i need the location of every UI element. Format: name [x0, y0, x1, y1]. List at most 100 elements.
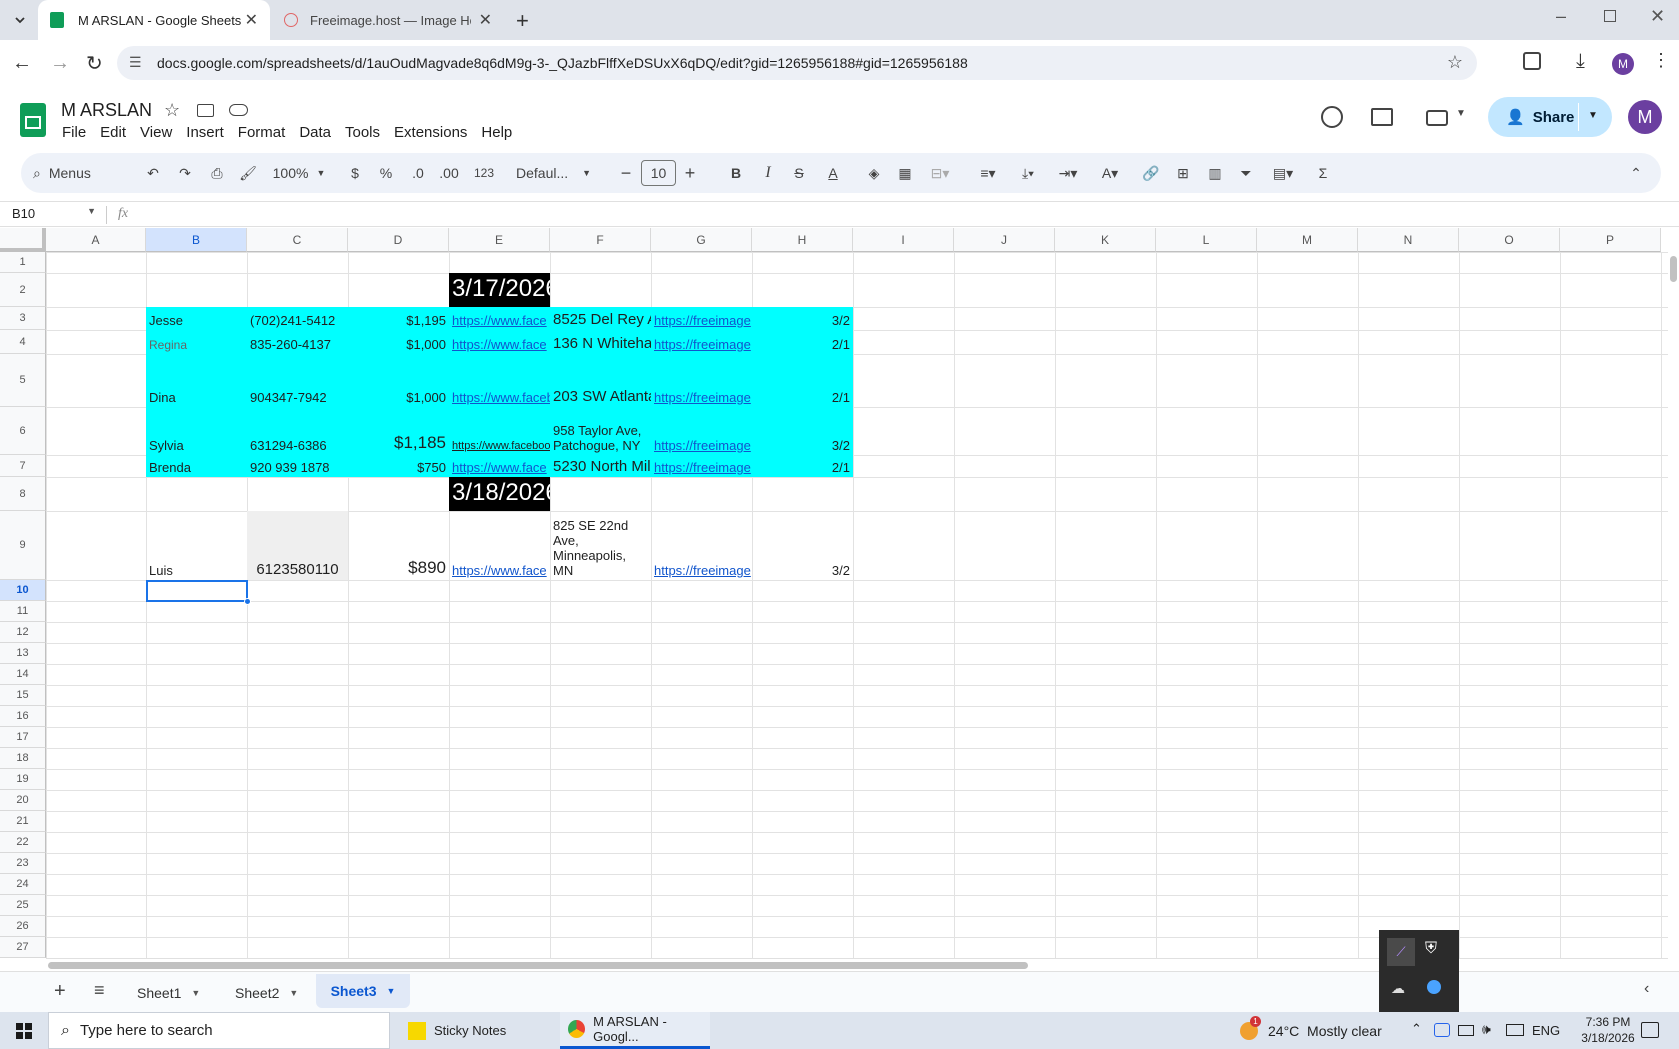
row-header-24[interactable]: 24	[0, 874, 46, 895]
row-header-5[interactable]: 5	[0, 354, 46, 407]
row-header-10[interactable]: 10	[0, 580, 46, 601]
decrease-decimal-button[interactable]: .0	[406, 153, 430, 193]
all-sheets-button[interactable]: ≡	[94, 980, 105, 1001]
row-header-4[interactable]: 4	[0, 330, 46, 354]
close-icon[interactable]: ✕	[479, 10, 492, 30]
column-header-h[interactable]: H	[752, 228, 853, 252]
column-header-l[interactable]: L	[1156, 228, 1257, 252]
network-icon[interactable]	[1506, 1024, 1524, 1036]
row-header-7[interactable]: 7	[0, 455, 46, 477]
cell-e3[interactable]: https://www.face	[449, 307, 550, 330]
cell-c4[interactable]: 835-260-4137	[247, 330, 348, 354]
cell-b4[interactable]: Regina	[146, 330, 247, 354]
cell-c6[interactable]: 631294-6386	[247, 407, 348, 455]
cell-d4[interactable]: $1,000	[348, 330, 449, 354]
cell-e2[interactable]: 3/17/2026	[449, 273, 550, 307]
font-size-decrease-button[interactable]: −	[614, 153, 638, 193]
text-rotation-icon[interactable]: A▾	[1093, 153, 1127, 193]
share-button[interactable]: 👤 Share ▼	[1488, 97, 1612, 137]
formula-input[interactable]	[140, 204, 1660, 226]
menu-insert[interactable]: Insert	[186, 124, 224, 141]
menu-format[interactable]: Format	[238, 124, 286, 141]
sheets-logo-icon[interactable]	[20, 103, 46, 137]
increase-decimal-button[interactable]: .00	[437, 153, 461, 193]
minimize-button[interactable]: –	[1556, 6, 1566, 27]
onedrive-icon[interactable]	[1434, 1023, 1450, 1037]
cell-e9[interactable]: https://www.face	[449, 511, 550, 580]
row-header-3[interactable]: 3	[0, 307, 46, 330]
cell-e5[interactable]: https://www.facebook.com/share/1bjcDtyD3…	[449, 354, 550, 407]
close-icon[interactable]: ✕	[245, 10, 258, 30]
row-header-17[interactable]: 17	[0, 727, 46, 748]
tray-up-arrow-icon[interactable]: ⌃	[1411, 1021, 1422, 1037]
undo-button[interactable]: ↶	[141, 153, 165, 193]
cell-h7[interactable]: 2/1	[752, 455, 853, 477]
cell-g5[interactable]: https://freeimage	[651, 354, 752, 407]
clock[interactable]: 7:36 PM 3/18/2026	[1578, 1014, 1638, 1046]
font-select[interactable]: Defaul... ▼	[516, 153, 606, 193]
cell-f4[interactable]: 136 N Whiteha	[550, 330, 651, 354]
row-header-13[interactable]: 13	[0, 643, 46, 664]
fill-handle[interactable]	[244, 598, 251, 605]
column-header-n[interactable]: N	[1358, 228, 1459, 252]
move-folder-icon[interactable]	[197, 104, 214, 117]
weather-widget[interactable]: 1 24°C Mostly clear	[1240, 1012, 1382, 1049]
row-header-19[interactable]: 19	[0, 769, 46, 790]
restore-button[interactable]	[1604, 10, 1616, 22]
cell-f6[interactable]: 958 Taylor Ave, Patchogue, NY	[550, 407, 651, 455]
strikethrough-button[interactable]: S	[787, 153, 811, 193]
cell-d7[interactable]: $750	[348, 455, 449, 477]
number-format-button[interactable]: 123	[468, 153, 500, 193]
collapse-sidepanel-icon[interactable]: ‹	[1644, 980, 1649, 998]
column-header-m[interactable]: M	[1257, 228, 1358, 252]
comments-icon[interactable]	[1371, 108, 1393, 126]
active-cell-selection[interactable]	[146, 580, 248, 602]
cell-g3[interactable]: https://freeimage	[651, 307, 752, 330]
cell-h6[interactable]: 3/2	[752, 407, 853, 455]
battery-icon[interactable]	[1458, 1025, 1474, 1036]
forward-icon[interactable]: →	[50, 52, 70, 75]
row-header-16[interactable]: 16	[0, 706, 46, 727]
row-header-9[interactable]: 9	[0, 511, 46, 580]
column-header-a[interactable]: A	[46, 228, 146, 252]
functions-icon[interactable]: Σ	[1311, 153, 1335, 193]
column-header-g[interactable]: G	[651, 228, 752, 252]
column-header-o[interactable]: O	[1459, 228, 1560, 252]
tab-list-button[interactable]	[8, 8, 32, 32]
row-header-8[interactable]: 8	[0, 477, 46, 511]
bold-button[interactable]: B	[724, 153, 748, 193]
collapse-toolbar-icon[interactable]: ⌃	[1624, 153, 1648, 193]
search-menus-button[interactable]: ⌕ Menus	[33, 153, 133, 193]
notification-center-icon[interactable]	[1641, 1022, 1659, 1038]
extensions-icon[interactable]	[1523, 52, 1541, 70]
defender-icon[interactable]	[1427, 980, 1441, 994]
browser-tab-sheets[interactable]: M ARSLAN - Google Sheets ✕	[38, 0, 270, 40]
version-history-icon[interactable]	[1321, 106, 1343, 128]
row-header-12[interactable]: 12	[0, 622, 46, 643]
cell-g4[interactable]: https://freeimage	[651, 330, 752, 354]
menu-file[interactable]: File	[62, 124, 86, 141]
insert-chart-icon[interactable]: ▥	[1203, 153, 1227, 193]
column-header-c[interactable]: C	[247, 228, 348, 252]
language-indicator[interactable]: ENG	[1532, 1023, 1560, 1038]
cell-e6[interactable]: https://www.facebook.com/share/14WuduXHM…	[449, 407, 550, 455]
cell-f9[interactable]: 825 SE 22nd Ave, Minneapolis, MN	[550, 511, 651, 580]
doc-title[interactable]: M ARSLAN	[61, 100, 152, 121]
cell-c3[interactable]: (702)241-5412	[247, 307, 348, 330]
column-header-d[interactable]: D	[348, 228, 449, 252]
name-box[interactable]: B10 ▼	[12, 206, 96, 221]
browser-tab-freeimage[interactable]: Freeimage.host — Image Hosti ✕	[272, 0, 504, 40]
percent-button[interactable]: %	[374, 153, 398, 193]
cell-b3[interactable]: Jesse	[146, 307, 247, 330]
row-header-21[interactable]: 21	[0, 811, 46, 832]
cell-d6[interactable]: $1,185	[348, 407, 449, 455]
row-header-1[interactable]: 1	[0, 252, 46, 273]
menu-help[interactable]: Help	[481, 124, 512, 141]
cell-h4[interactable]: 2/1	[752, 330, 853, 354]
cell-b7[interactable]: Brenda	[146, 455, 247, 477]
italic-button[interactable]: I	[756, 153, 780, 193]
cell-b5[interactable]: Dina	[146, 354, 247, 407]
text-color-button[interactable]: A	[821, 153, 845, 193]
meet-icon[interactable]	[1426, 110, 1448, 126]
cloud-status-icon[interactable]	[229, 104, 248, 116]
